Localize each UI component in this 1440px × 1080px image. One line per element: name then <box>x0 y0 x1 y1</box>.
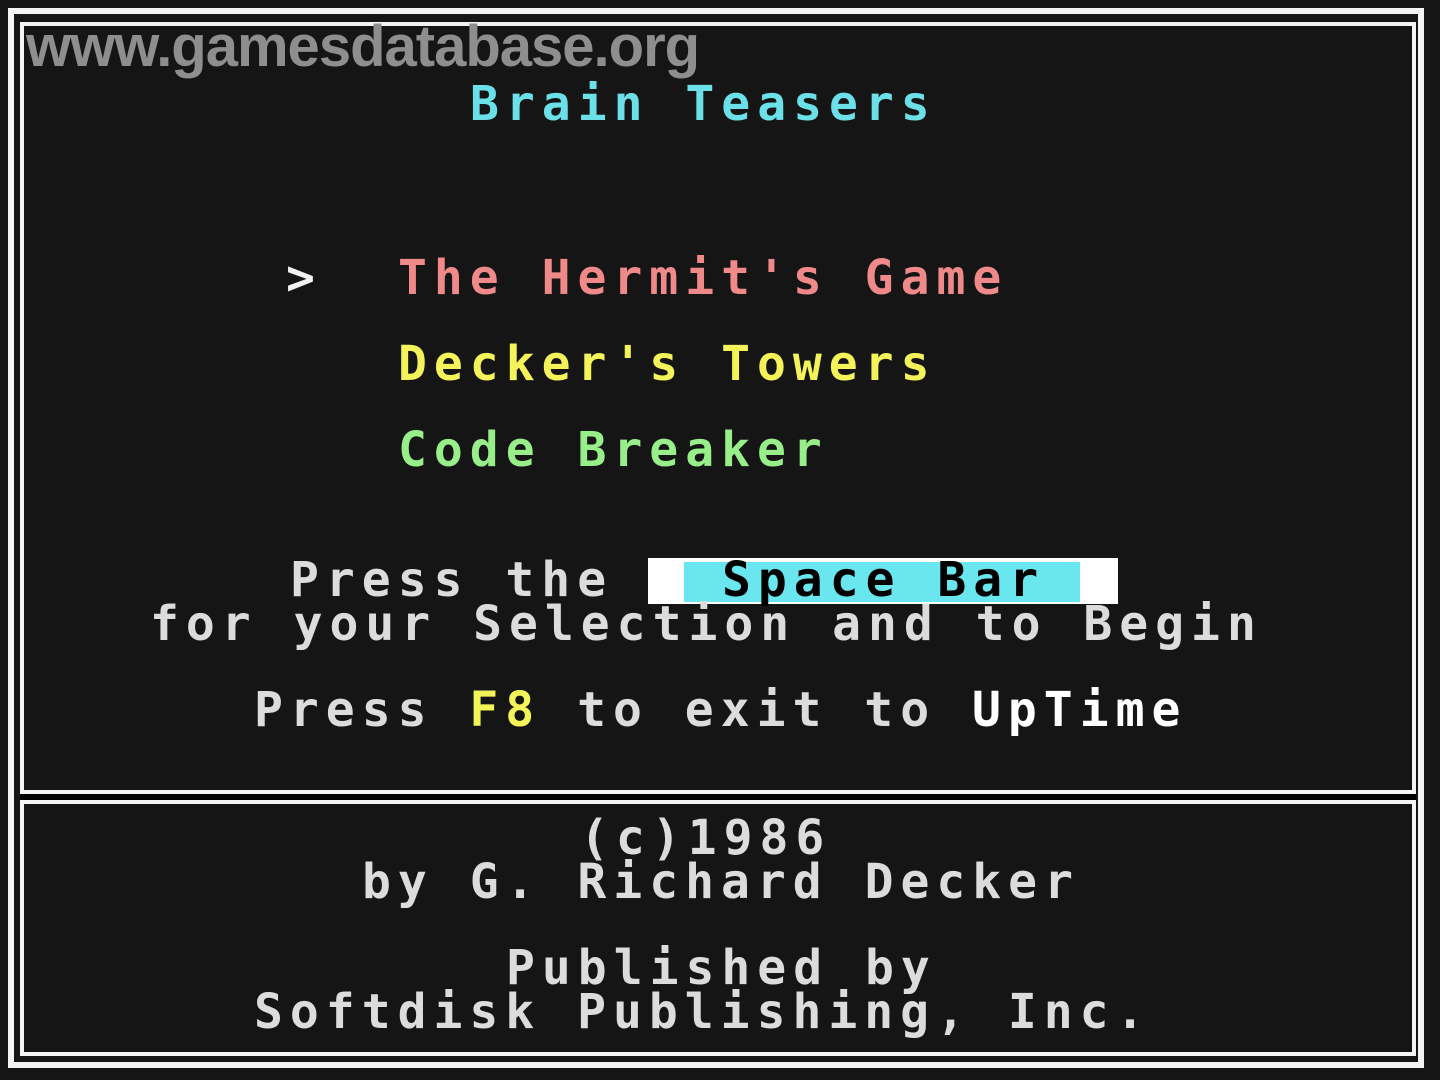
game-screen: www.gamesdatabase.org Brain Teasers > Th… <box>0 0 1440 1080</box>
menu-item-hermits-game[interactable]: The Hermit's Game <box>398 254 1008 302</box>
author-credit: by G. Richard Decker <box>362 854 1080 910</box>
game-title: Brain Teasers <box>470 76 937 132</box>
exit-prompt: Press F8 to exit to UpTime <box>254 686 1187 734</box>
selection-prompt: for your Selection and to Begin <box>150 596 1263 652</box>
exit-prefix: Press <box>254 682 434 738</box>
watermark: www.gamesdatabase.org <box>26 14 700 79</box>
menu-item-code-breaker[interactable]: Code Breaker <box>398 426 829 474</box>
credits-divider <box>20 790 1416 804</box>
menu-item-deckers-towers[interactable]: Decker's Towers <box>398 340 936 388</box>
publisher-name: Softdisk Publishing, Inc. <box>254 984 1152 1040</box>
uptime-label: UpTime <box>972 682 1188 738</box>
exit-middle: to exit to <box>577 682 937 738</box>
menu-cursor-icon: > <box>286 250 322 306</box>
f8-key[interactable]: F8 <box>469 682 541 738</box>
